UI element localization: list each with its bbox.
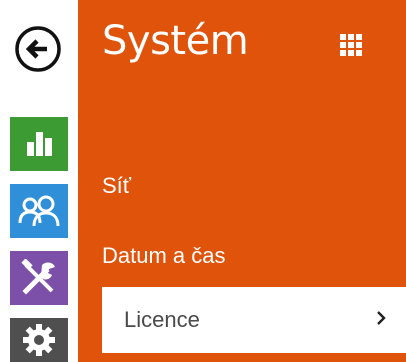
arrow-left-circle-icon	[15, 26, 61, 72]
back-button[interactable]	[8, 25, 68, 73]
menu-item-network[interactable]: Síť	[102, 160, 131, 212]
chevron-right-icon	[377, 311, 386, 325]
page-title: Systém	[102, 18, 249, 64]
directory-tile[interactable]	[10, 184, 68, 238]
menu-item-label: Síť	[102, 173, 132, 198]
status-tile[interactable]	[10, 117, 68, 171]
menu-item-date-time[interactable]: Datum a čas	[102, 230, 226, 282]
hardware-tile[interactable]	[10, 251, 68, 305]
grid-icon	[340, 34, 362, 56]
tools-icon	[21, 259, 55, 295]
menu-item-label: Licence	[124, 307, 200, 332]
system-panel: Systém Síť Datum a čas Licence	[78, 0, 406, 362]
menu-item-label: Datum a čas	[102, 243, 226, 268]
users-icon	[18, 195, 60, 227]
menu-item-licence[interactable]: Licence	[102, 287, 406, 353]
bar-chart-icon	[27, 132, 52, 156]
sidebar	[0, 0, 78, 362]
settings-tile[interactable]	[10, 318, 68, 362]
apps-grid-button[interactable]	[336, 30, 366, 60]
gear-icon	[23, 324, 55, 356]
